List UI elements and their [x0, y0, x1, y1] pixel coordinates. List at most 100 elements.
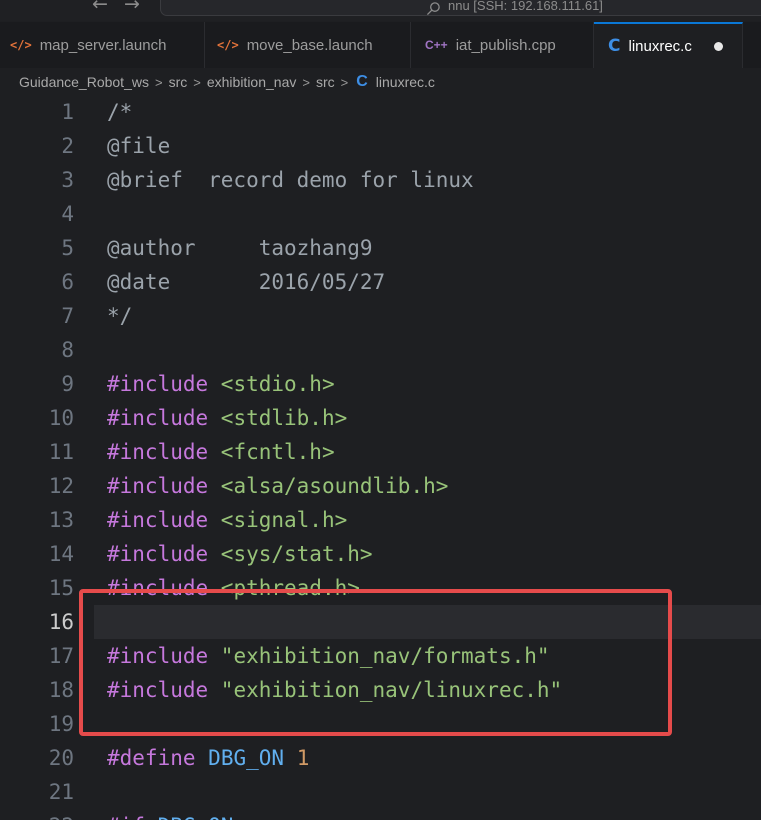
breadcrumb-item[interactable]: Guidance_Robot_ws	[19, 74, 149, 90]
token-string: <alsa/asoundlib.h>	[208, 474, 449, 498]
code-editor[interactable]: 1 /* 2 @file 3 @brief record demo for linux 4 5…	[0, 96, 761, 820]
code-line[interactable]: 20 #define DBG_ON 1	[0, 741, 761, 775]
line-number: 17	[48, 644, 74, 668]
breadcrumb-item[interactable]: exhibition_nav	[207, 74, 297, 90]
code-line[interactable]: 16	[0, 605, 761, 639]
c-file-icon: C	[356, 73, 368, 90]
command-center-label: nnu [SSH: 192.168.111.61]	[448, 0, 603, 13]
unsaved-dot-icon[interactable]	[713, 41, 723, 51]
line-number: 13	[48, 508, 74, 532]
breadcrumb: Guidance_Robot_ws > src > exhibition_nav…	[0, 68, 761, 96]
line-number: 18	[48, 678, 74, 702]
token-directive: #include	[107, 644, 209, 668]
code-text: #include <alsa/asoundlib.h>	[107, 469, 448, 503]
breadcrumb-item[interactable]: src	[316, 74, 335, 90]
line-number: 8	[61, 338, 74, 362]
code-line[interactable]: 13 #include <signal.h>	[0, 503, 761, 537]
code-line[interactable]: 2 @file	[0, 129, 761, 163]
code-line[interactable]: 8	[0, 333, 761, 367]
tab-map-server-launch[interactable]: </> map_server.launch	[0, 22, 205, 68]
token-string: <sys/stat.h>	[208, 542, 373, 566]
code-line[interactable]: 15 #include <pthread.h>	[0, 571, 761, 605]
token-directive: #include	[107, 440, 209, 464]
arrow-left-icon[interactable]: ←	[92, 0, 108, 15]
chevron-right-icon: >	[154, 74, 163, 90]
line-number: 14	[48, 542, 74, 566]
line-number: 10	[48, 406, 74, 430]
line-number: 11	[48, 440, 74, 464]
current-line-highlight	[94, 605, 761, 639]
code-line[interactable]: 5 @author taozhang9	[0, 231, 761, 265]
code-line[interactable]: 18 #include "exhibition_nav/linuxrec.h"	[0, 673, 761, 707]
arrow-right-icon[interactable]: →	[124, 0, 140, 15]
code-text: #include <stdlib.h>	[107, 401, 347, 435]
code-text: #include <pthread.h>	[107, 571, 360, 605]
token-directive: #if	[107, 814, 145, 820]
token-string: "exhibition_nav/linuxrec.h"	[208, 678, 563, 702]
token-comment: /*	[107, 100, 133, 124]
tab-move-base-launch[interactable]: </> move_base.launch	[205, 22, 411, 68]
code-text: #include <fcntl.h>	[107, 435, 335, 469]
code-line[interactable]: 11 #include <fcntl.h>	[0, 435, 761, 469]
code-text: @author taozhang9	[107, 231, 373, 265]
cpp-file-icon: C++	[425, 38, 448, 52]
code-line[interactable]: 10 #include <stdlib.h>	[0, 401, 761, 435]
line-number: 16	[48, 610, 74, 634]
token-string: <signal.h>	[208, 508, 348, 532]
code-text: @brief record demo for linux	[107, 163, 474, 197]
code-line[interactable]: 1 /*	[0, 96, 761, 129]
token-comment: */	[107, 304, 133, 328]
code-text: #include "exhibition_nav/formats.h"	[107, 639, 550, 673]
code-text: #include <sys/stat.h>	[107, 537, 373, 571]
command-center[interactable]: nnu [SSH: 192.168.111.61]	[160, 0, 761, 16]
line-number: 2	[61, 134, 74, 158]
tab-linuxrec-c[interactable]: C linuxrec.c	[594, 22, 743, 68]
code-line[interactable]: 6 @date 2016/05/27	[0, 265, 761, 299]
code-line[interactable]: 19	[0, 707, 761, 741]
breadcrumb-item[interactable]: src	[169, 74, 188, 90]
code-line[interactable]: 21	[0, 775, 761, 809]
tab-label: linuxrec.c	[628, 37, 692, 55]
tab-overflow[interactable]	[743, 22, 761, 68]
xml-launch-icon: </>	[217, 38, 239, 52]
breadcrumb-item[interactable]: linuxrec.c	[376, 74, 435, 90]
token-directive: #include	[107, 576, 209, 600]
code-line[interactable]: 7 */	[0, 299, 761, 333]
token-string: <pthread.h>	[208, 576, 360, 600]
chevron-right-icon: >	[302, 74, 310, 90]
token-comment: @file	[107, 134, 171, 158]
token-directive: #include	[107, 406, 209, 430]
chevron-right-icon: >	[193, 74, 201, 90]
tab-label: move_base.launch	[246, 36, 373, 54]
line-number: 19	[48, 712, 74, 736]
line-number: 9	[61, 372, 74, 396]
code-line[interactable]: 22 #if DBG_ON	[0, 809, 761, 820]
line-number: 20	[48, 746, 74, 770]
code-line[interactable]: 17 #include "exhibition_nav/formats.h"	[0, 639, 761, 673]
token-macro: DBG_ON	[158, 814, 234, 820]
code-line[interactable]: 14 #include <sys/stat.h>	[0, 537, 761, 571]
token-directive: #include	[107, 508, 209, 532]
line-number: 5	[61, 236, 74, 260]
code-text: @file	[107, 129, 170, 163]
tab-iat-publish-cpp[interactable]: C++ iat_publish.cpp	[411, 22, 594, 68]
line-number: 22	[0, 809, 74, 820]
tab-label: iat_publish.cpp	[455, 36, 556, 54]
code-text: /*	[107, 96, 132, 129]
line-number: 4	[61, 202, 74, 226]
code-text: */	[107, 299, 132, 333]
token-directive: #include	[107, 542, 209, 566]
xml-launch-icon: </>	[10, 38, 32, 52]
code-text: #define DBG_ON 1	[107, 741, 309, 775]
token-string: <stdio.h>	[208, 372, 335, 396]
code-line[interactable]: 3 @brief record demo for linux	[0, 163, 761, 197]
token-directive: #define	[107, 746, 196, 770]
code-line[interactable]: 4	[0, 197, 761, 231]
line-number: 7	[61, 304, 74, 328]
code-line[interactable]: 9 #include <stdio.h>	[0, 367, 761, 401]
line-number: 3	[61, 168, 74, 192]
code-line[interactable]: 12 #include <alsa/asoundlib.h>	[0, 469, 761, 503]
